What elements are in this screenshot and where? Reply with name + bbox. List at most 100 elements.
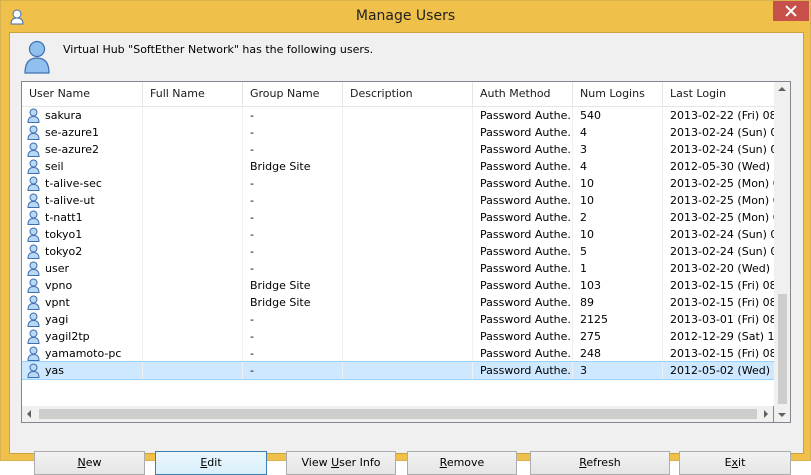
cell-group-name: - [243, 175, 343, 192]
column-full-name[interactable]: Full Name [143, 82, 243, 106]
table-row[interactable]: yagi - Password Authe... 2125 2013-03-01 (Fr… [22, 311, 775, 328]
list-header: User Name Full Name Group Name Descripti… [22, 82, 775, 107]
table-row[interactable]: tokyo1 - Password Authe... 10 2013-02-24 (Su… [22, 226, 775, 243]
cell-user-name: t-natt1 [22, 209, 143, 226]
cell-num-logins: 10 [573, 192, 663, 209]
scroll-up-icon[interactable] [778, 87, 786, 91]
scroll-left-icon[interactable] [27, 410, 31, 418]
cell-description [343, 311, 473, 328]
cell-group-name: - [243, 192, 343, 209]
column-description[interactable]: Description [343, 82, 473, 106]
hub-description: Virtual Hub "SoftEther Network" has the … [63, 43, 374, 56]
cell-auth-method: Password Authe... [473, 124, 573, 141]
cell-auth-method: Password Authe... [473, 260, 573, 277]
table-row[interactable]: tokyo2 - Password Authe... 5 2013-02-24 (Sun… [22, 243, 775, 260]
table-row[interactable]: seil Bridge Site Password Authe... 4 2012-05… [22, 158, 775, 175]
table-row[interactable]: se-azure2 - Password Authe... 3 2013-02-24 (… [22, 141, 775, 158]
view-user-info-button[interactable]: View User Info [286, 451, 396, 475]
close-button[interactable] [773, 1, 809, 21]
table-row[interactable]: yamamoto-pc - Password Authe... 248 2013-02-… [22, 345, 775, 362]
cell-auth-method: Password Authe... [473, 209, 573, 226]
cell-description [343, 328, 473, 345]
table-row[interactable]: sakura - Password Authe... 540 2013-02-22 (F… [22, 107, 775, 124]
table-row[interactable]: t-alive-ut - Password Authe... 10 2013-02-25… [22, 192, 775, 209]
vertical-scroll-thumb[interactable] [778, 294, 787, 404]
cell-num-logins: 10 [573, 175, 663, 192]
title-bar[interactable]: Manage Users [1, 1, 810, 32]
cell-description [343, 141, 473, 158]
cell-num-logins: 4 [573, 124, 663, 141]
column-last-login[interactable]: Last Login [663, 82, 775, 106]
table-row[interactable]: t-alive-sec - Password Authe... 10 2013-02-2… [22, 175, 775, 192]
cell-group-name: Bridge Site [243, 294, 343, 311]
scroll-right-icon[interactable] [764, 410, 768, 418]
cell-last-login: 2012-12-29 (Sat) 11:... [663, 328, 775, 345]
cell-num-logins: 5 [573, 243, 663, 260]
cell-group-name: - [243, 243, 343, 260]
cell-user-name: yagi [22, 311, 143, 328]
cell-full-name [143, 362, 243, 379]
cell-user-name: user [22, 260, 143, 277]
column-auth-method[interactable]: Auth Method [473, 82, 573, 106]
cell-user-name: se-azure2 [22, 141, 143, 158]
table-row[interactable]: t-natt1 - Password Authe... 2 2013-02-25 (Mo… [22, 209, 775, 226]
cell-num-logins: 4 [573, 158, 663, 175]
cell-auth-method: Password Authe... [473, 294, 573, 311]
cell-full-name [143, 209, 243, 226]
view-label-pre: View [301, 456, 332, 469]
scroll-down-icon[interactable] [778, 413, 786, 417]
cell-user-name: tokyo2 [22, 243, 143, 260]
view-mnemonic: U [331, 456, 340, 469]
cell-num-logins: 3 [573, 141, 663, 158]
cell-group-name: - [243, 107, 343, 124]
cell-full-name [143, 141, 243, 158]
cell-num-logins: 3 [573, 362, 663, 379]
vertical-scrollbar[interactable] [774, 81, 791, 423]
cell-user-name: seil [22, 158, 143, 175]
cell-full-name [143, 311, 243, 328]
cell-auth-method: Password Authe... [473, 158, 573, 175]
users-list[interactable]: User Name Full Name Group Name Descripti… [21, 81, 776, 407]
cell-user-name: yamamoto-pc [22, 345, 143, 362]
cell-description [343, 345, 473, 362]
remove-button[interactable]: Remove [407, 451, 517, 475]
column-user-name[interactable]: User Name [22, 82, 143, 106]
cell-full-name [143, 107, 243, 124]
table-row[interactable]: vpnt Bridge Site Password Authe... 89 2013-0… [22, 294, 775, 311]
cell-auth-method: Password Authe... [473, 226, 573, 243]
horizontal-scrollbar[interactable] [21, 406, 774, 423]
exit-button[interactable]: Exit [679, 451, 791, 475]
cell-description [343, 294, 473, 311]
cell-last-login: 2013-02-24 (Sun) 02:... [663, 226, 775, 243]
refresh-label: efresh [586, 456, 621, 469]
cell-num-logins: 10 [573, 226, 663, 243]
cell-group-name: - [243, 124, 343, 141]
cell-last-login: 2013-02-15 (Fri) 08:2... [663, 294, 775, 311]
cell-description [343, 260, 473, 277]
cell-group-name: Bridge Site [243, 277, 343, 294]
horizontal-scroll-thumb[interactable] [39, 409, 757, 419]
table-row[interactable]: yas - Password Authe...32012-05-02 (Wed) 0… [22, 361, 775, 380]
cell-full-name [143, 260, 243, 277]
new-button[interactable]: New [34, 451, 145, 475]
cell-num-logins: 248 [573, 345, 663, 362]
table-row[interactable]: se-azure1 - Password Authe... 4 2013-02-24 (… [22, 124, 775, 141]
new-label: ew [85, 456, 102, 469]
column-num-logins[interactable]: Num Logins [573, 82, 663, 106]
column-group-name[interactable]: Group Name [243, 82, 343, 106]
cell-full-name [143, 175, 243, 192]
table-row[interactable]: user - Password Authe... 1 2013-02-20 (Wed) … [22, 260, 775, 277]
window-title: Manage Users [355, 8, 456, 24]
refresh-button[interactable]: Refresh [530, 451, 670, 475]
cell-full-name [143, 226, 243, 243]
view-label: ser Info [339, 456, 381, 469]
edit-label: dit [207, 456, 222, 469]
cell-num-logins: 103 [573, 277, 663, 294]
cell-group-name: - [243, 345, 343, 362]
cell-last-login: 2013-02-25 (Mon) 0... [663, 175, 775, 192]
cell-auth-method: Password Authe... [473, 277, 573, 294]
table-row[interactable]: yagil2tp - Password Authe... 275 2012-12-29 … [22, 328, 775, 345]
edit-button[interactable]: Edit [155, 451, 267, 475]
table-row[interactable]: vpno Bridge Site Password Authe... 103 2013-… [22, 277, 775, 294]
cell-full-name [143, 243, 243, 260]
